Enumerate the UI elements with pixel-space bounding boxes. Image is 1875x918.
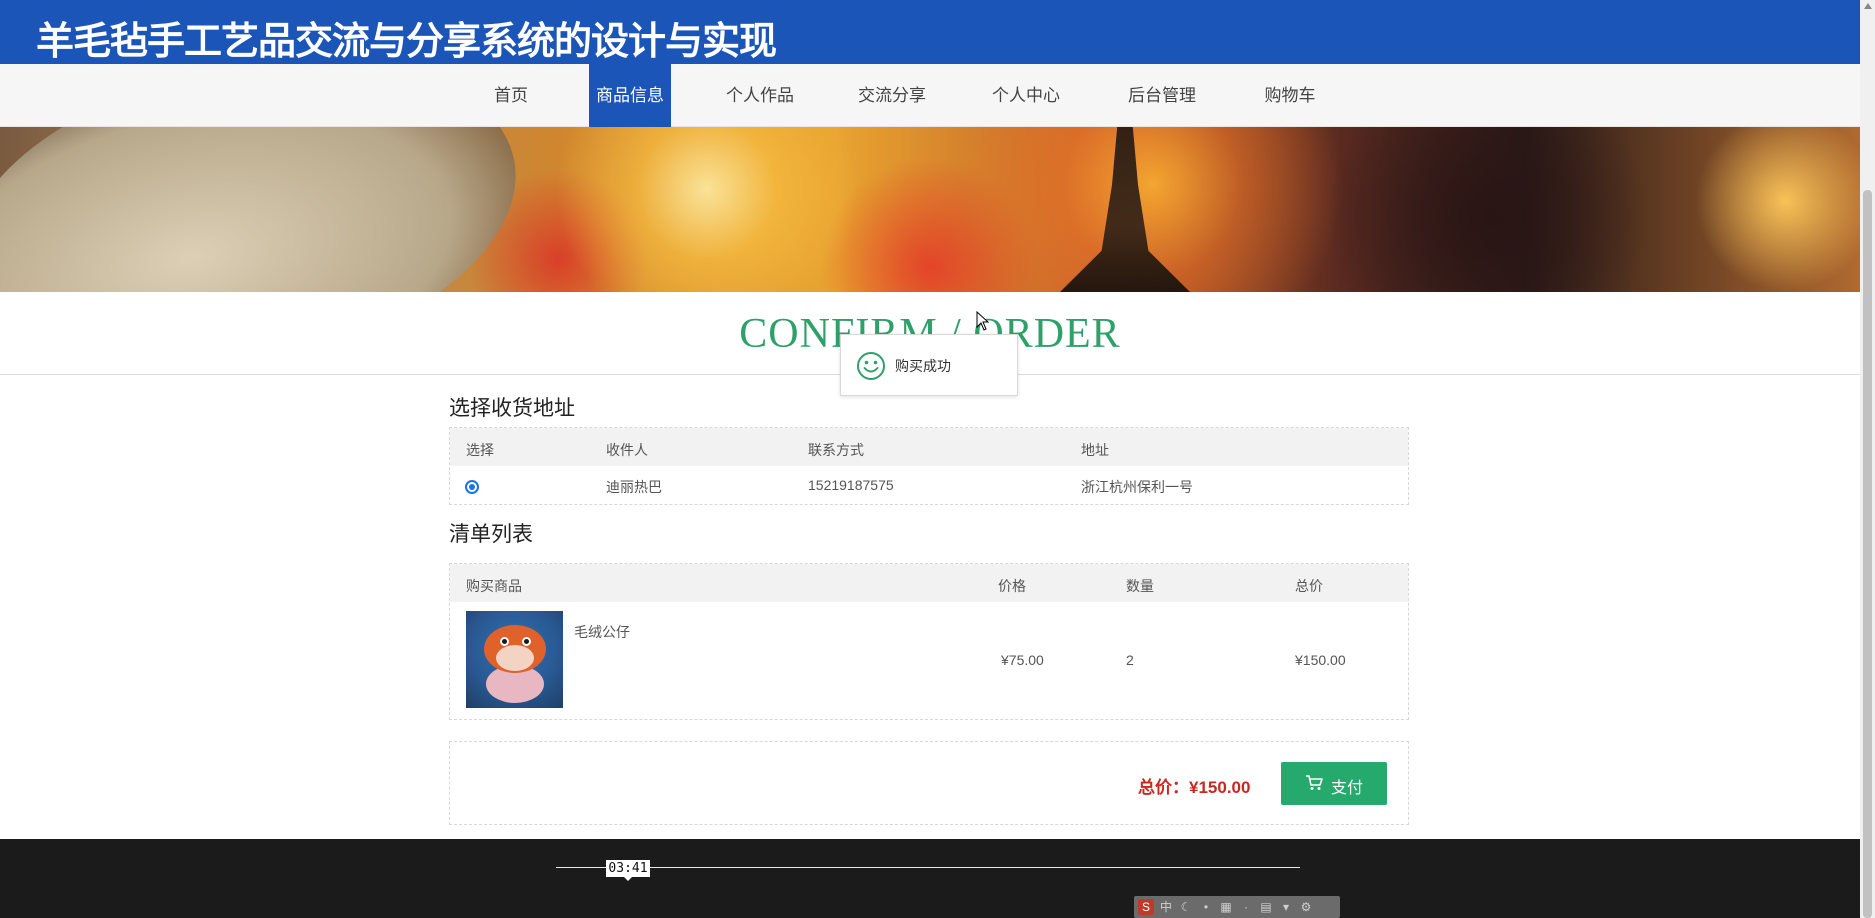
pay-button-label: 支付	[1331, 780, 1364, 797]
order-summary: 总价：¥150.00 支付	[449, 741, 1409, 825]
product-price: ¥75.00	[1001, 652, 1044, 668]
address-table-header: 选择 收件人 联系方式 地址	[450, 428, 1408, 466]
product-thumbnail[interactable]	[466, 611, 563, 708]
ime-moon-icon[interactable]: ☾	[1178, 899, 1194, 915]
cart-col-qty: 数量	[1126, 578, 1154, 594]
video-progress-bar[interactable]	[556, 867, 1300, 868]
site-header: 羊毛毡手工艺品交流与分享系统的设计与实现	[0, 0, 1860, 64]
toy-eye-left	[500, 637, 509, 646]
ime-shirt-icon[interactable]: ▾	[1278, 899, 1294, 915]
product-quantity: 2	[1126, 652, 1134, 668]
nav-item-products[interactable]: 商品信息	[589, 64, 671, 127]
video-time-tooltip: 03:41	[606, 860, 650, 881]
ime-logo-icon[interactable]: S	[1138, 899, 1154, 915]
cart-section-title: 清单列表	[449, 523, 533, 546]
toast-message: 购买成功	[895, 358, 951, 374]
banner-book	[0, 127, 546, 292]
scroll-up-icon[interactable]	[1864, 3, 1872, 9]
address-col-phone: 联系方式	[808, 442, 864, 458]
toy-eye-right	[522, 637, 531, 646]
nav-item-works[interactable]: 个人作品	[716, 64, 804, 127]
product-subtotal: ¥150.00	[1295, 652, 1346, 668]
address-radio[interactable]	[465, 480, 479, 494]
cart-table-header: 购买商品 价格 数量 总价	[450, 564, 1408, 602]
ime-mic-icon[interactable]: ·	[1238, 899, 1254, 915]
ime-toolbar[interactable]: S 中 ☾ • ▦ · ▤ ▾ ⚙	[1134, 896, 1340, 918]
success-toast: 购买成功	[840, 334, 1018, 396]
page-footer: 03:41 S 中 ☾ • ▦ · ▤ ▾ ⚙	[0, 839, 1860, 918]
address-text: 浙江杭州保利一号	[1081, 479, 1193, 495]
page-scrollbar[interactable]	[1860, 0, 1875, 918]
ime-punct-icon[interactable]: •	[1198, 899, 1214, 915]
cart-col-product: 购买商品	[466, 578, 522, 594]
address-recipient: 迪丽热巴	[606, 479, 662, 495]
order-total: 总价：¥150.00	[1138, 778, 1251, 797]
address-col-address: 地址	[1081, 442, 1109, 458]
address-table: 选择 收件人 联系方式 地址 迪丽热巴 15219187575 浙江杭州保利一号	[449, 427, 1409, 505]
banner-tower	[1060, 127, 1190, 292]
nav-item-cart[interactable]: 购物车	[1254, 64, 1326, 127]
product-name[interactable]: 毛绒公仔	[574, 622, 630, 642]
address-section-title: 选择收货地址	[449, 397, 575, 420]
ime-grid-icon[interactable]: ▤	[1258, 899, 1274, 915]
nav-item-home[interactable]: 首页	[480, 64, 542, 127]
address-col-recipient: 收件人	[606, 442, 648, 458]
site-title: 羊毛毡手工艺品交流与分享系统的设计与实现	[36, 21, 777, 63]
ime-gear-icon[interactable]: ⚙	[1298, 899, 1314, 915]
nav-item-admin[interactable]: 后台管理	[1118, 64, 1206, 127]
ime-keyboard-icon[interactable]: ▦	[1218, 899, 1234, 915]
smiley-icon	[857, 352, 885, 380]
main-nav: 首页 商品信息 个人作品 交流分享 个人中心 后台管理 购物车	[0, 64, 1860, 127]
toy-face	[496, 645, 534, 671]
cart-table: 购买商品 价格 数量 总价 毛绒公仔 ¥75.00 2 ¥150.00	[449, 563, 1409, 720]
cart-col-subtotal: 总价	[1295, 578, 1323, 594]
nav-item-share[interactable]: 交流分享	[848, 64, 936, 127]
address-col-select: 选择	[466, 442, 494, 458]
ime-lang-toggle[interactable]: 中	[1158, 899, 1174, 915]
scroll-thumb[interactable]	[1863, 190, 1872, 918]
banner-image	[0, 127, 1860, 292]
address-phone: 15219187575	[808, 477, 894, 493]
mouse-cursor-icon	[976, 311, 990, 331]
cart-col-price: 价格	[998, 578, 1026, 594]
cart-icon	[1306, 775, 1323, 790]
pay-button[interactable]: 支付	[1281, 762, 1387, 805]
nav-item-profile[interactable]: 个人中心	[982, 64, 1070, 127]
